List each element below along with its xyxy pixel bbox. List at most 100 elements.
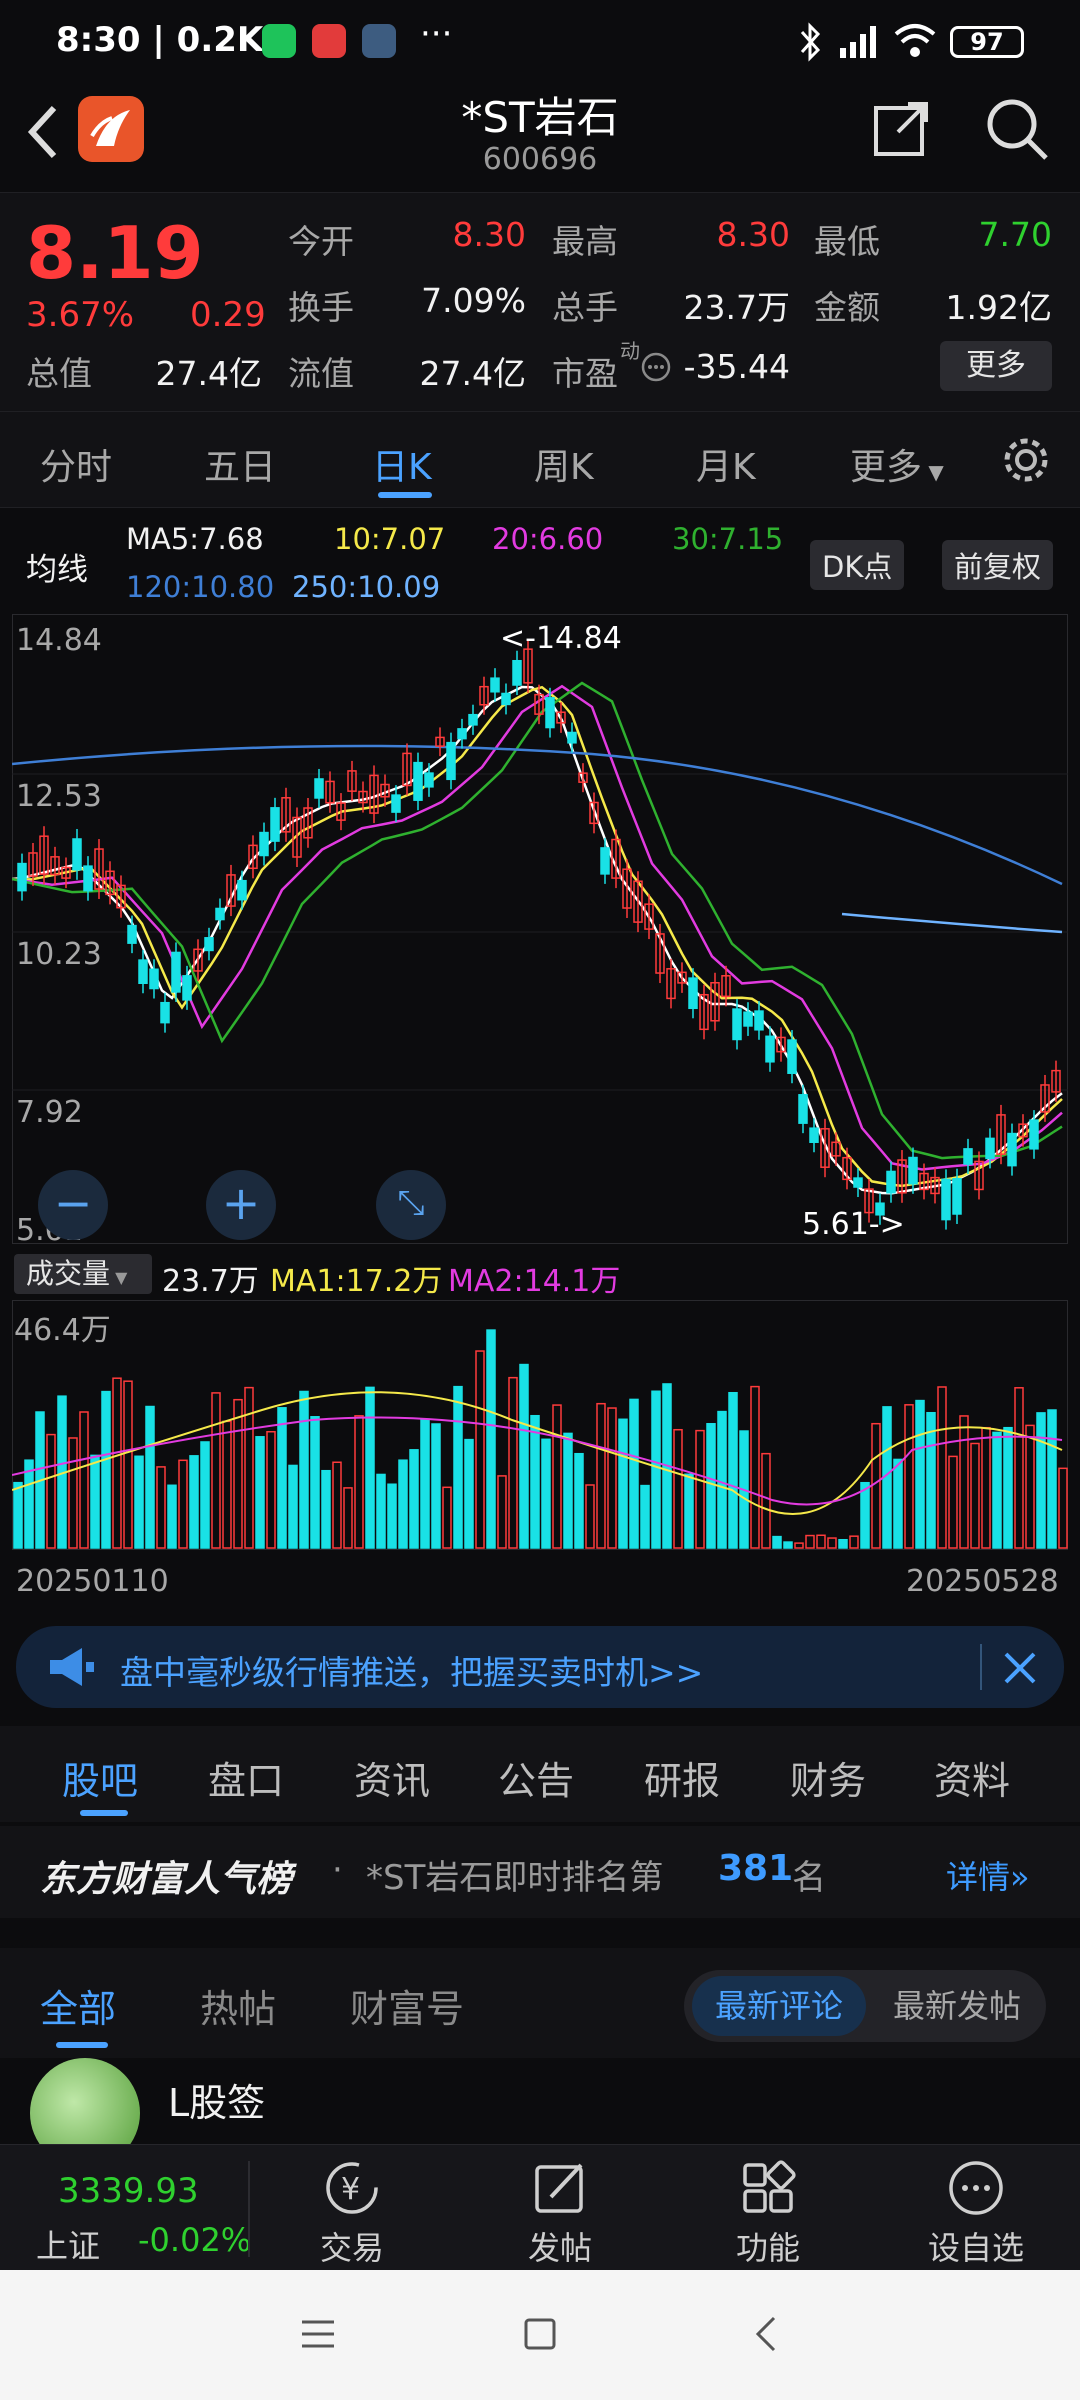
dropdown-triangle-icon: ▼: [110, 1268, 128, 1287]
sort-latest-comment[interactable]: 最新评论: [692, 1976, 866, 2036]
yuan-exchange-icon: ¥: [282, 2153, 422, 2223]
volume-bar: [486, 1329, 496, 1549]
candle: [490, 677, 500, 693]
fullscreen-icon[interactable]: ⤡: [376, 1170, 446, 1240]
sort-latest-post[interactable]: 最新发帖: [874, 1976, 1040, 2036]
candle: [138, 959, 148, 985]
tab-weekly-k[interactable]: 周K: [534, 438, 594, 490]
volume-bar: [145, 1405, 155, 1549]
vol-ma2: MA2:14.1万: [448, 1264, 621, 1299]
volume-bar: [783, 1541, 793, 1549]
tab-announcements[interactable]: 公告: [498, 1750, 574, 1805]
volume-bar: [321, 1469, 331, 1549]
feed-tab-hot[interactable]: 热帖: [200, 1978, 276, 2033]
rank-detail-link[interactable]: 详情»: [946, 1852, 1030, 1898]
volume-bar: [134, 1455, 144, 1549]
avatar[interactable]: [30, 2058, 140, 2148]
candle: [754, 1010, 764, 1031]
trade-button[interactable]: ¥ 交易: [282, 2153, 422, 2269]
tab-profile[interactable]: 资料: [934, 1750, 1010, 1805]
toutiao-icon: [312, 24, 346, 58]
adjust-button[interactable]: 前复权: [942, 540, 1054, 590]
tab-news[interactable]: 资讯: [354, 1750, 430, 1805]
volume-bar: [618, 1418, 628, 1549]
candle: [468, 713, 478, 726]
amount-label: 金额: [814, 288, 880, 327]
rank-brand: 东方财富人气榜: [40, 1859, 293, 1900]
volume-bar: [398, 1459, 408, 1549]
volume-chart[interactable]: 46.4万: [12, 1300, 1068, 1550]
index-ticker[interactable]: 3339.93 上证 -0.02%: [0, 2145, 251, 2271]
volume-bar: [167, 1484, 177, 1549]
candle: [941, 1178, 951, 1221]
volume-bar: [541, 1438, 551, 1549]
mktcap-value: 27.4亿: [155, 354, 262, 393]
zoom-in-button[interactable]: +: [206, 1170, 276, 1240]
promo-banner[interactable]: 盘中毫秒级行情推送，把握买卖时机>>: [16, 1626, 1064, 1708]
volume-bar: [24, 1459, 34, 1549]
post-button[interactable]: 发帖: [490, 2153, 630, 2269]
tab-research[interactable]: 研报: [644, 1750, 720, 1805]
bottom-bar: 3339.93 上证 -0.02% ¥ 交易 发帖 功能 设自选: [0, 2144, 1080, 2270]
x-start-date: 20250110: [16, 1564, 169, 1599]
candle: [72, 838, 82, 871]
indicator-select[interactable]: 成交量 ▼: [14, 1254, 152, 1294]
candle: [963, 1148, 973, 1165]
gear-icon[interactable]: [1000, 434, 1052, 486]
tab-pankou[interactable]: 盘口: [208, 1750, 284, 1805]
volume-bar: [706, 1423, 716, 1549]
menu-icon[interactable]: [298, 2314, 338, 2354]
volume-bar: [1003, 1426, 1013, 1549]
candle: [17, 862, 27, 892]
quote-panel: 8.19 3.67% 0.29 今开 8.30 最高 8.30 最低 7.70 …: [0, 192, 1080, 412]
volume-today: 23.7万: [162, 1264, 259, 1299]
svg-text:¥: ¥: [341, 2172, 360, 2207]
signal-icon: [840, 26, 876, 58]
x-end-date: 20250528: [906, 1564, 1059, 1599]
candle: [83, 865, 93, 892]
pe-label: 市盈: [552, 354, 618, 393]
volume-bar: [1036, 1412, 1046, 1549]
max-price-marker: <-14.84: [500, 621, 622, 656]
tab-monthly-k[interactable]: 月K: [696, 438, 756, 490]
tab-five-day[interactable]: 五日: [204, 438, 276, 490]
tab-intraday[interactable]: 分时: [40, 438, 112, 490]
volume-bar: [299, 1390, 309, 1549]
add-watchlist-button[interactable]: 设自选: [906, 2153, 1046, 2269]
feed-tabs: 全部 热帖 财富号 最新评论 最新发帖: [0, 1948, 1080, 2058]
ma30-value: 30:7.15: [672, 522, 784, 556]
feed-tab-all[interactable]: 全部: [40, 1978, 116, 2033]
popularity-rank-row[interactable]: 东方财富人气榜 · *ST岩石即时排名第 381 名 详情»: [0, 1826, 1080, 1918]
rank-suffix: 名: [792, 1858, 826, 1898]
volume-bar: [717, 1410, 727, 1549]
volume-bar: [365, 1386, 375, 1549]
info-dots-icon[interactable]: [640, 351, 672, 383]
tab-guba[interactable]: 股吧: [62, 1750, 138, 1805]
dk-point-button[interactable]: DK点: [810, 540, 905, 590]
candle: [743, 1011, 753, 1027]
post-author[interactable]: L股签: [168, 2072, 265, 2127]
more-button[interactable]: 更多: [940, 341, 1052, 391]
candle: [567, 731, 577, 744]
active-tab-indicator: [378, 492, 432, 498]
functions-button[interactable]: 功能: [698, 2153, 838, 2269]
tab-daily-k[interactable]: 日K: [372, 438, 432, 490]
tab-more[interactable]: 更多 ▼: [850, 438, 944, 490]
candle: [424, 772, 434, 788]
post-item[interactable]: L股签: [0, 2058, 1080, 2148]
home-icon[interactable]: [520, 2314, 560, 2354]
candle: [446, 741, 456, 781]
tab-finance[interactable]: 财务: [790, 1750, 866, 1805]
mktcap-label: 总值: [26, 354, 92, 393]
volume-bar: [519, 1363, 529, 1549]
float-value: 27.4亿: [419, 354, 526, 393]
status-time: 8:30 | 0.2K/s: [56, 20, 296, 60]
search-icon[interactable]: [984, 96, 1050, 162]
volume-bar: [728, 1391, 738, 1549]
zoom-out-button[interactable]: −: [38, 1170, 108, 1240]
price-chart[interactable]: 14.84 12.53 10.23 7.92 5.61 <-14.84 5.61…: [12, 614, 1068, 1244]
share-icon[interactable]: [870, 98, 932, 160]
close-icon[interactable]: [1000, 1648, 1040, 1688]
feed-tab-caifuhao[interactable]: 财富号: [350, 1978, 464, 2033]
nav-back-icon[interactable]: [748, 2314, 788, 2354]
